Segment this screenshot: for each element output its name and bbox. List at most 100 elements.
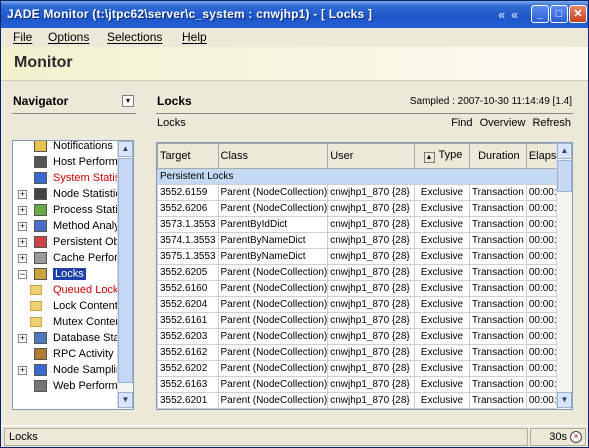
content-area: Navigator ▾ Web Performance + Node Samplin…: [1, 82, 588, 422]
history-forward-icon[interactable]: «: [511, 7, 518, 22]
scroll-thumb[interactable]: [118, 158, 133, 383]
cell-user: cnwjhp1_870 {28}: [327, 232, 415, 249]
cell-target: 3574.1.3553: [157, 232, 219, 249]
navigator-item[interactable]: Queued Locks: [13, 282, 124, 298]
lock-row[interactable]: 3552.6206 Parent (NodeCollection) cnwjhp1_…: [157, 200, 572, 217]
grid-scroll-down-button[interactable]: ▼: [557, 392, 572, 408]
banner-title: Monitor: [14, 54, 73, 71]
cell-user: cnwjhp1_870 {28}: [327, 344, 415, 361]
navigator-scrollbar[interactable]: ▲ ▼: [117, 141, 133, 409]
maximize-button[interactable]: □: [550, 5, 568, 23]
grid-scrollbar[interactable]: ▲ ▼: [556, 143, 572, 409]
cell-type: Exclusive: [413, 344, 470, 361]
navigator-item-label: Locks: [53, 268, 86, 280]
navigator-item[interactable]: +Cache Performance: [13, 250, 133, 266]
expand-icon[interactable]: +: [18, 334, 27, 343]
cell-type: Exclusive: [413, 392, 470, 409]
expand-icon[interactable]: +: [18, 206, 27, 215]
scroll-down-button[interactable]: ▼: [118, 392, 133, 408]
navigator-item[interactable]: System Statistics: [13, 170, 133, 186]
expand-icon[interactable]: +: [18, 238, 27, 247]
lock-row[interactable]: 3552.6159 Parent (NodeCollection) cnwjhp1_…: [157, 184, 572, 201]
navigator-item[interactable]: Mutex Contentions: [13, 314, 133, 330]
navigator-item[interactable]: +Database Statistics: [13, 330, 133, 346]
menu-options[interactable]: Options: [48, 30, 89, 44]
scroll-up-button[interactable]: ▲: [118, 141, 133, 157]
web-performance-icon: [34, 380, 47, 392]
navigator-item[interactable]: Host Performance: [13, 154, 133, 170]
column-header-duration[interactable]: Duration: [468, 143, 527, 169]
navigator-item[interactable]: + Node Sampling: [13, 362, 128, 378]
grid-scroll-up-button[interactable]: ▲: [557, 143, 572, 159]
navigator-item-label: Node Statistics: [53, 188, 127, 200]
navigator-tree[interactable]: Web Performance + Node Sampling RPC Activit…: [12, 140, 134, 410]
navigator-item[interactable]: + Process Statistics: [13, 202, 133, 218]
find-link[interactable]: Find: [451, 117, 472, 129]
navigator-item[interactable]: Web Performance: [13, 378, 133, 394]
cell-type: Exclusive: [413, 280, 470, 297]
grid-scroll-thumb[interactable]: [557, 160, 572, 192]
lock-row[interactable]: 3574.1.3553 ParentByNameDict cnwjhp1_870 {…: [157, 232, 572, 249]
navigator-item[interactable]: RPC Activity: [13, 346, 117, 362]
title-bar[interactable]: JADE Monitor (t:\jtpc62\server\c_system …: [1, 1, 588, 28]
minimize-button[interactable]: _: [531, 5, 549, 23]
lock-row[interactable]: 3552.6161 Parent (NodeCollection) cnwjhp1_…: [157, 312, 572, 329]
expand-icon[interactable]: +: [18, 254, 27, 263]
cell-class: Parent (NodeCollection): [217, 264, 329, 281]
app-window: JADE Monitor (t:\jtpc62\server\c_system …: [0, 0, 589, 448]
lock-row[interactable]: 3552.6162 Parent (NodeCollection) cnwjhp1_…: [157, 344, 572, 361]
cell-duration: Transaction: [468, 344, 527, 361]
cell-duration: Transaction: [468, 248, 527, 265]
history-back-icon[interactable]: «: [498, 7, 505, 22]
group-row[interactable]: Persistent Locks: [157, 168, 572, 185]
navigator-dropdown-button[interactable]: ▾: [122, 95, 134, 107]
cell-class: Parent (NodeCollection): [217, 312, 329, 329]
menu-file[interactable]: File: [13, 30, 32, 44]
cell-duration: Transaction: [468, 200, 527, 217]
lock-row[interactable]: 3573.1.3553 ParentByIdDict cnwjhp1_870 {28…: [157, 216, 572, 233]
column-header-target[interactable]: Target: [157, 143, 219, 169]
expand-icon[interactable]: +: [18, 222, 27, 231]
clock-icon[interactable]: ×: [570, 431, 582, 443]
cell-type: Exclusive: [413, 216, 470, 233]
lock-row[interactable]: 3552.6201 Parent (NodeCollection) cnwjhp1_…: [157, 392, 572, 409]
locks-subtitle: Locks: [157, 117, 186, 129]
cell-type: Exclusive: [413, 296, 470, 313]
navigator-item[interactable]: Lock Contentions: [13, 298, 133, 314]
navigator-item[interactable]: + Method Analysis: [13, 218, 133, 234]
cell-duration: Transaction: [468, 264, 527, 281]
close-button[interactable]: ✕: [569, 5, 587, 23]
collapse-icon[interactable]: −: [18, 270, 27, 279]
navigator-item[interactable]: Notifications: [13, 141, 117, 154]
column-header-class[interactable]: Class: [217, 143, 329, 169]
refresh-link[interactable]: Refresh: [532, 117, 571, 129]
lock-row[interactable]: 3552.6204 Parent (NodeCollection) cnwjhp1_…: [157, 296, 572, 313]
lock-row[interactable]: 3552.6163 Parent (NodeCollection) cnwjhp1_…: [157, 376, 572, 393]
menu-selections[interactable]: Selections: [107, 30, 162, 44]
navigator-item[interactable]: − Locks: [13, 266, 117, 282]
lock-row[interactable]: 3575.1.3553 ParentByNameDict cnwjhp1_870 {…: [157, 248, 572, 265]
cell-class: Parent (NodeCollection): [217, 280, 329, 297]
menu-help[interactable]: Help: [182, 30, 207, 44]
navigator-item-label: Queued Locks: [53, 284, 124, 296]
cell-type: Exclusive: [413, 184, 470, 201]
lock-row[interactable]: 3552.6205 Parent (NodeCollection) cnwjhp1_…: [157, 264, 572, 281]
cell-target: 3552.6202: [157, 360, 219, 377]
expand-icon[interactable]: +: [18, 190, 27, 199]
cell-target: 3552.6160: [157, 280, 219, 297]
column-header-type[interactable]: ▲ Type: [413, 143, 470, 169]
lock-row[interactable]: 3552.6160 Parent (NodeCollection) cnwjhp1_…: [157, 280, 572, 297]
cell-target: 3573.1.3553: [157, 216, 219, 233]
locks-grid[interactable]: Target Class User ▲ Type Duration Elapsed…: [156, 142, 573, 410]
overview-link[interactable]: Overview: [480, 117, 526, 129]
navigator-item[interactable]: + Node Statistics: [13, 186, 126, 202]
column-header-user[interactable]: User: [327, 143, 415, 169]
expand-icon[interactable]: +: [18, 366, 27, 375]
navigator-item[interactable]: + Persistent Objects: [13, 234, 133, 250]
lock-row[interactable]: 3552.6202 Parent (NodeCollection) cnwjhp1_…: [157, 360, 572, 377]
navigator-divider: [12, 113, 136, 114]
cell-class: ParentByNameDict: [217, 248, 329, 265]
lock-row[interactable]: 3552.6203 Parent (NodeCollection) cnwjhp1_…: [157, 328, 572, 345]
cache-performance-icon: [34, 252, 47, 264]
cell-target: 3552.6206: [157, 200, 219, 217]
